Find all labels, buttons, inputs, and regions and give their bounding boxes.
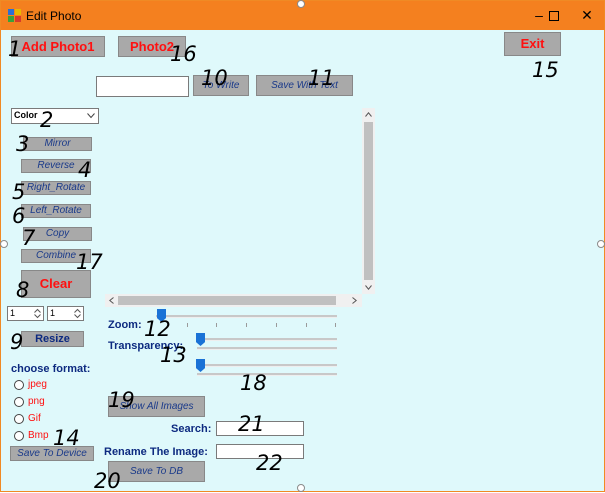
annotation-19: 19 xyxy=(108,388,135,412)
horizontal-scroll-thumb[interactable] xyxy=(118,296,336,305)
annotation-9: 9 xyxy=(10,330,24,354)
slider-3-baseline xyxy=(197,373,337,376)
add-photo1-button[interactable]: Add Photo1 xyxy=(11,36,105,57)
resize-button[interactable]: Resize xyxy=(21,331,84,347)
annotation-11: 11 xyxy=(308,66,335,90)
zoom-tick xyxy=(187,323,188,327)
chevron-right-icon xyxy=(352,297,357,304)
close-window-button[interactable]: ✕ xyxy=(570,1,604,30)
slider-3-thumb[interactable] xyxy=(196,359,205,372)
zoom-slider-track[interactable] xyxy=(156,315,337,318)
jpeg-label: jpeg xyxy=(28,379,47,390)
resize-width-value: 1 xyxy=(10,308,16,318)
transparency-slider-track[interactable] xyxy=(197,338,337,341)
mirror-button[interactable]: Mirror xyxy=(23,137,92,151)
rename-label: Rename The Image: xyxy=(104,446,208,458)
zoom-tick xyxy=(216,323,217,327)
zoom-tick xyxy=(335,323,336,327)
resize-width-spinner[interactable]: 1 xyxy=(7,306,44,321)
jpeg-radio[interactable] xyxy=(14,380,24,390)
exit-button[interactable]: Exit xyxy=(504,32,561,56)
annotation-14: 14 xyxy=(53,426,80,450)
clear-button[interactable]: Clear xyxy=(21,270,91,298)
annotation-20: 20 xyxy=(94,469,121,493)
gif-radio[interactable] xyxy=(14,414,24,424)
annotation-21: 21 xyxy=(238,412,265,436)
client-area: Add Photo1 Photo2 Exit To Write Save Wit… xyxy=(1,30,604,493)
annotation-16: 16 xyxy=(170,42,197,66)
write-text-input[interactable] xyxy=(96,76,189,97)
annotation-10: 10 xyxy=(201,66,228,90)
annotation-13: 13 xyxy=(160,343,187,367)
search-label: Search: xyxy=(171,423,212,435)
window-title: Edit Photo xyxy=(26,9,82,23)
chevron-down-icon xyxy=(365,285,372,290)
annotation-4: 4 xyxy=(78,158,92,182)
app-icon xyxy=(8,9,21,22)
maximize-icon xyxy=(549,11,559,21)
right-rotate-button[interactable]: Right_Rotate xyxy=(21,181,91,195)
annotation-6: 6 xyxy=(12,204,26,228)
resize-height-spinner[interactable]: 1 xyxy=(47,306,84,321)
spinner-arrows-icon[interactable] xyxy=(33,308,42,319)
chevron-left-icon xyxy=(109,297,114,304)
spinner-arrows-icon[interactable] xyxy=(73,308,82,319)
annotation-22: 22 xyxy=(256,451,283,475)
png-label: png xyxy=(28,396,45,407)
zoom-tick xyxy=(246,323,247,327)
annotation-15: 15 xyxy=(532,58,559,82)
resize-handle-left[interactable] xyxy=(0,240,8,248)
gif-label: Gif xyxy=(28,413,41,424)
save-to-db-button[interactable]: Save To DB xyxy=(108,461,205,482)
save-to-device-button[interactable]: Save To Device xyxy=(10,446,94,461)
edit-photo-window: Edit Photo – ✕ Add Photo1 Photo2 Exit To… xyxy=(0,0,605,492)
horizontal-scrollbar[interactable] xyxy=(105,294,362,307)
save-with-text-button[interactable]: Save With Text xyxy=(256,75,353,96)
color-select[interactable]: Color xyxy=(11,108,99,124)
resize-height-value: 1 xyxy=(50,308,56,318)
annotation-3: 3 xyxy=(16,132,30,156)
annotation-17: 17 xyxy=(76,250,103,274)
resize-handle-top[interactable] xyxy=(297,0,305,8)
transparency-slider-baseline xyxy=(197,347,337,350)
resize-handle-right[interactable] xyxy=(597,240,605,248)
chevron-up-icon xyxy=(365,112,372,117)
bmp-radio[interactable] xyxy=(14,431,24,441)
png-radio[interactable] xyxy=(14,397,24,407)
resize-handle-bottom[interactable] xyxy=(297,484,305,492)
left-rotate-button[interactable]: Left_Rotate xyxy=(21,204,91,218)
bmp-label: Bmp xyxy=(28,430,49,441)
choose-format-label: choose format: xyxy=(11,363,91,375)
zoom-tick xyxy=(276,323,277,327)
annotation-18: 18 xyxy=(240,371,267,395)
annotation-8: 8 xyxy=(16,278,30,302)
transparency-slider-thumb[interactable] xyxy=(196,333,205,346)
annotation-2: 2 xyxy=(40,108,54,132)
chevron-down-icon xyxy=(87,113,95,119)
annotation-12: 12 xyxy=(144,317,171,341)
vertical-scrollbar[interactable] xyxy=(362,108,375,294)
annotation-1: 1 xyxy=(8,37,22,61)
vertical-scroll-thumb[interactable] xyxy=(364,122,373,280)
slider-3-track[interactable] xyxy=(197,364,337,367)
maximize-button[interactable] xyxy=(537,1,571,30)
zoom-label: Zoom: xyxy=(108,319,142,331)
color-select-value: Color xyxy=(14,110,38,120)
zoom-tick xyxy=(306,323,307,327)
annotation-5: 5 xyxy=(12,180,26,204)
annotation-7: 7 xyxy=(22,226,36,250)
